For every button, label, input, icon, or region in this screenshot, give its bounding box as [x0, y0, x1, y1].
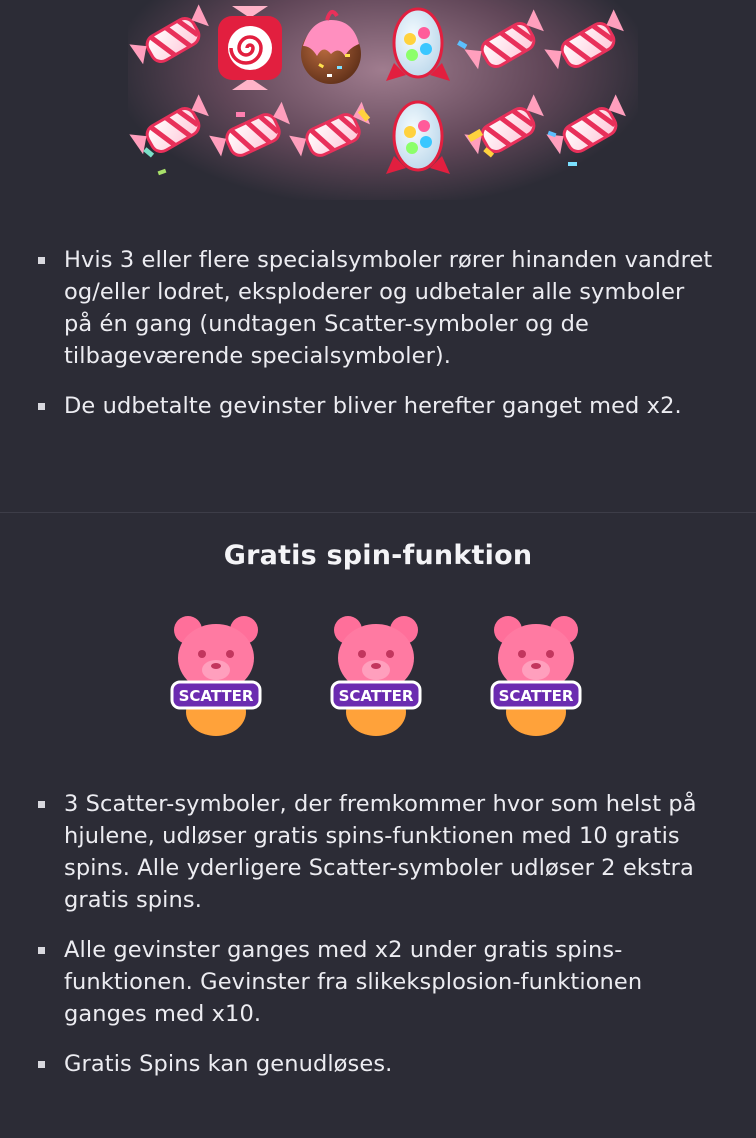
wrapped-candy-icon	[129, 4, 209, 65]
gumball-rocket-icon	[386, 100, 450, 174]
gumball-rocket-icon	[386, 7, 450, 81]
special-symbols-rules-list: Hvis 3 eller flere specialsymboler rører…	[0, 244, 756, 422]
wrapped-candy-icon	[544, 9, 624, 70]
bullet-icon	[38, 947, 45, 954]
list-item: Hvis 3 eller flere specialsymboler rører…	[0, 244, 756, 372]
list-item: De udbetalte gevinster bliver herefter g…	[0, 390, 756, 422]
scatter-bear-icon: SCATTER	[490, 616, 582, 736]
bullet-icon	[38, 1061, 45, 1068]
swirl-candy-icon	[218, 6, 282, 90]
list-item: 3 Scatter-symboler, der fremkommer hvor …	[0, 788, 756, 916]
scatter-bear-icon: SCATTER	[170, 616, 262, 736]
reel-illustration	[128, 0, 638, 200]
bullet-icon	[38, 257, 45, 264]
scatter-label: SCATTER	[499, 687, 574, 705]
list-item: Gratis Spins kan genudløses.	[0, 1048, 756, 1080]
scatter-label: SCATTER	[339, 687, 414, 705]
scatter-label: SCATTER	[179, 687, 254, 705]
reel-symbols	[129, 4, 626, 176]
wrapped-candy-icon	[546, 94, 626, 155]
scatter-bear-icon: SCATTER	[330, 616, 422, 736]
wrapped-candy-icon	[464, 9, 544, 70]
free-spins-rules-list: 3 Scatter-symboler, der fremkommer hvor …	[0, 788, 756, 1080]
chocolate-truffle-icon	[301, 9, 361, 84]
bullet-icon	[38, 801, 45, 808]
scatter-symbols-row: SCATTER SCATTER SCATTER	[0, 612, 756, 742]
wrapped-candy-icon	[209, 101, 290, 157]
section-divider	[0, 512, 756, 513]
section-title: Gratis spin-funktion	[223, 540, 533, 571]
list-item: Alle gevinster ganges med x2 under grati…	[0, 934, 756, 1030]
wrapped-candy-icon	[464, 94, 544, 155]
bullet-icon	[38, 403, 45, 410]
wrapped-candy-icon	[129, 94, 209, 155]
